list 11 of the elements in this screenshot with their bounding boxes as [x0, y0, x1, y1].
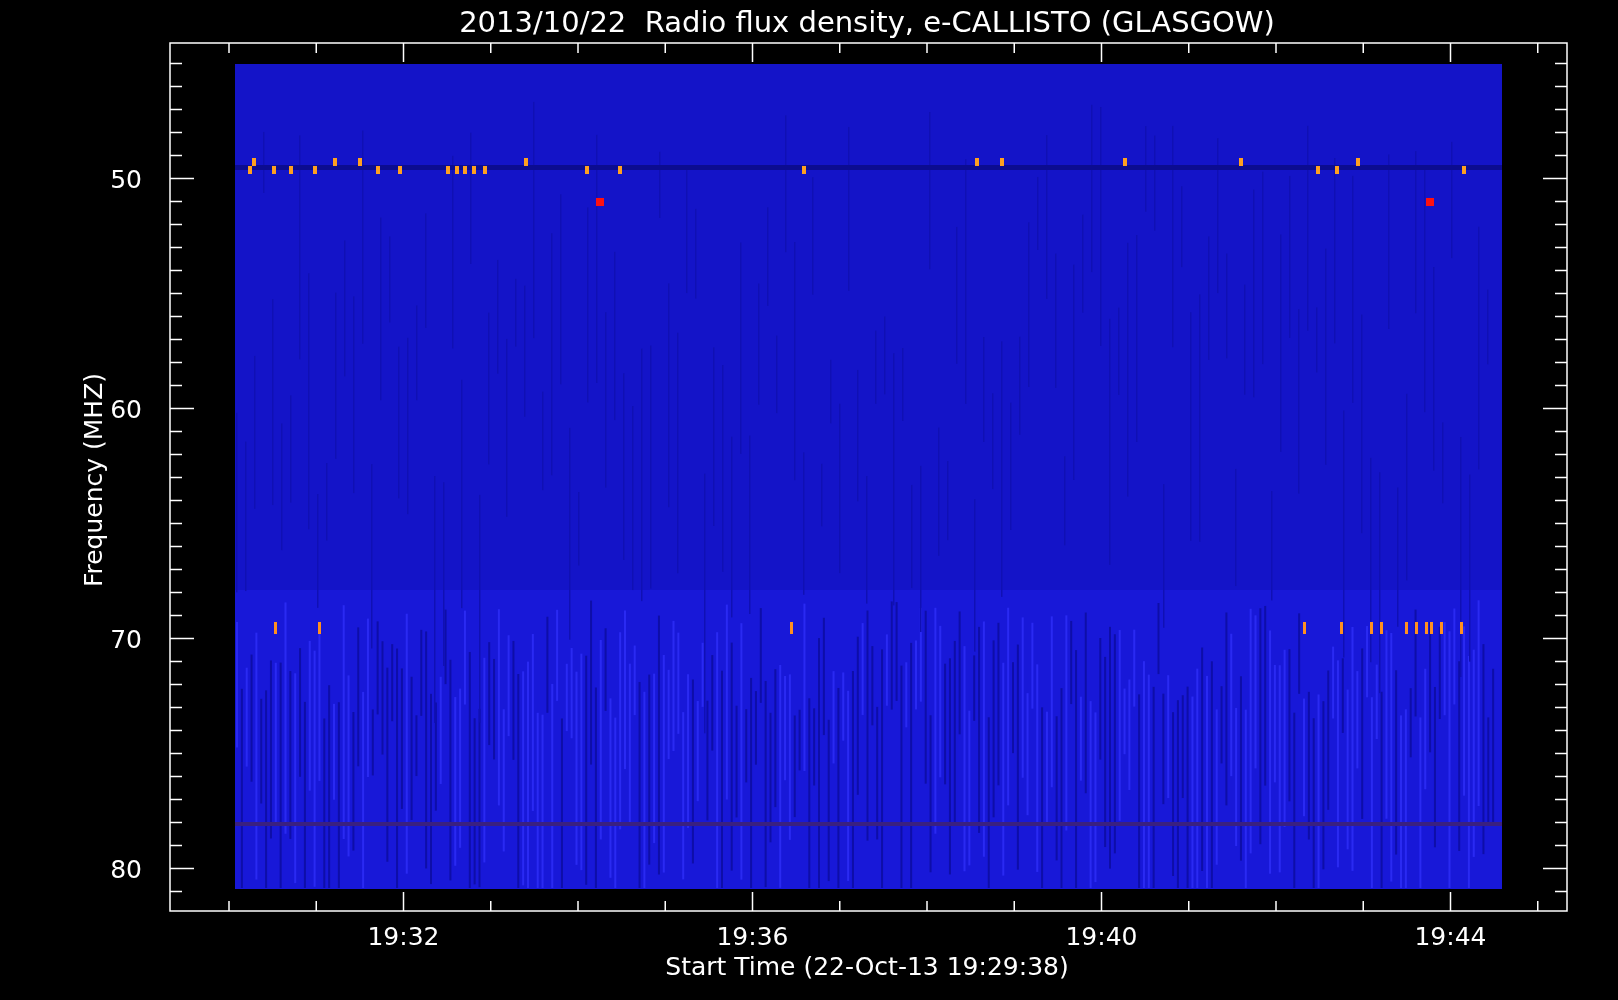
y-tick-label: 50 — [110, 164, 142, 194]
x-tick-label: 19:36 — [716, 922, 789, 951]
chart-title: 2013/10/22 Radio flux density, e-CALLISTO (GLASGOW) — [459, 5, 1275, 39]
y-tick-label: 70 — [110, 624, 142, 654]
y-tick-label: 80 — [110, 854, 142, 884]
x-tick-label: 19:44 — [1414, 922, 1487, 951]
y-tick-label: 60 — [110, 394, 142, 424]
x-tick-label: 19:32 — [367, 922, 440, 951]
x-tick-label: 19:40 — [1065, 922, 1138, 951]
y-axis-title: Frequency (MHZ) — [79, 372, 108, 588]
x-axis-title: Start Time (22-Oct-13 19:29:38) — [665, 952, 1069, 981]
